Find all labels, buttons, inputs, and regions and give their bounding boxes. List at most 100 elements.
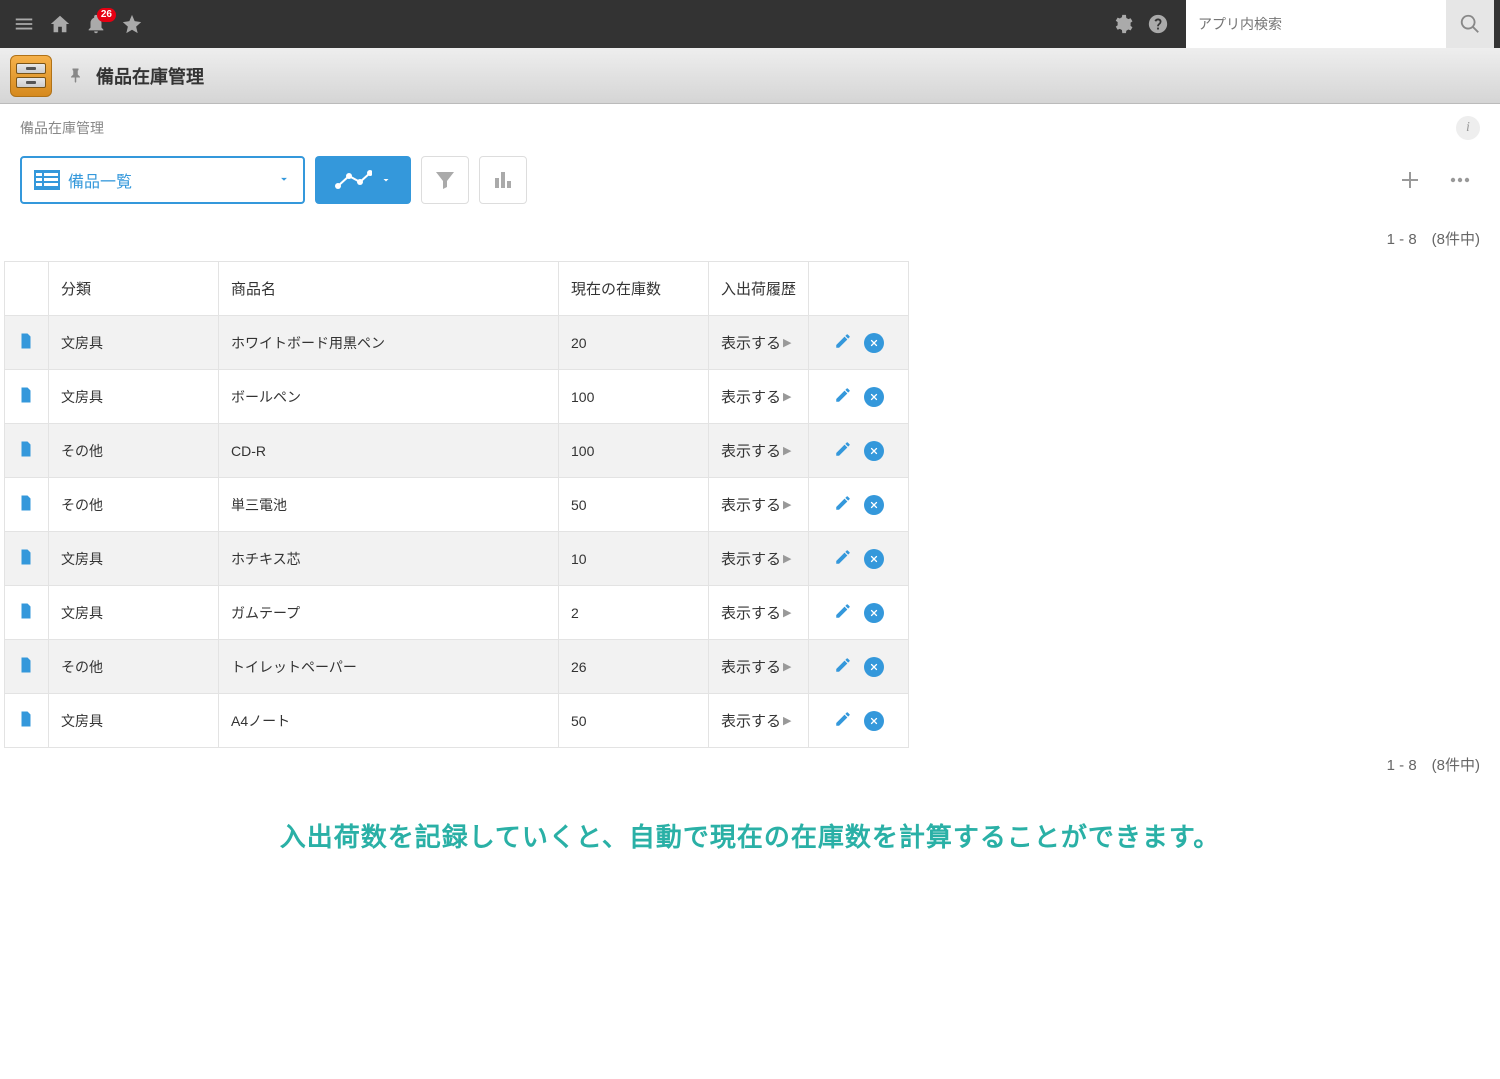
document-icon[interactable]	[17, 602, 35, 620]
edit-icon[interactable]	[834, 440, 852, 461]
cell-name: ガムテープ	[219, 586, 559, 640]
cell-stock: 100	[559, 370, 709, 424]
header-name[interactable]: 商品名	[219, 262, 559, 316]
view-selector[interactable]: 備品一覧	[20, 156, 305, 204]
table-row: 文房具A4ノート50 表示する▶	[5, 694, 909, 748]
history-link[interactable]: 表示する▶	[721, 548, 791, 569]
chart-button[interactable]	[479, 156, 527, 204]
delete-icon[interactable]	[864, 711, 884, 731]
document-icon[interactable]	[17, 332, 35, 350]
gear-icon[interactable]	[1104, 6, 1140, 42]
cell-stock: 50	[559, 694, 709, 748]
grid-icon	[34, 170, 60, 190]
table-row: 文房具ホワイトボード用黒ペン20 表示する▶	[5, 316, 909, 370]
history-link[interactable]: 表示する▶	[721, 710, 791, 731]
cell-stock: 20	[559, 316, 709, 370]
table-header-row: 分類 商品名 現在の在庫数 入出荷履歴	[5, 262, 909, 316]
document-icon[interactable]	[17, 440, 35, 458]
table-row: その他CD-R100 表示する▶	[5, 424, 909, 478]
edit-icon[interactable]	[834, 548, 852, 569]
document-icon[interactable]	[17, 386, 35, 404]
add-button[interactable]	[1390, 160, 1430, 200]
cell-name: CD-R	[219, 424, 559, 478]
cell-category: その他	[49, 640, 219, 694]
cell-category: その他	[49, 478, 219, 532]
cell-category: 文房具	[49, 532, 219, 586]
cell-stock: 2	[559, 586, 709, 640]
pagination-bottom: 1 - 8 (8件中)	[0, 748, 1500, 787]
cell-category: 文房具	[49, 586, 219, 640]
toolbar: 備品一覧	[0, 148, 1500, 222]
view-selector-label: 備品一覧	[68, 168, 277, 192]
history-link[interactable]: 表示する▶	[721, 494, 791, 515]
history-link[interactable]: 表示する▶	[721, 602, 791, 623]
history-link[interactable]: 表示する▶	[721, 656, 791, 677]
edit-icon[interactable]	[834, 602, 852, 623]
delete-icon[interactable]	[864, 603, 884, 623]
cell-stock: 100	[559, 424, 709, 478]
header-history[interactable]: 入出荷履歴	[709, 262, 809, 316]
help-icon[interactable]	[1140, 6, 1176, 42]
breadcrumb: 備品在庫管理	[20, 118, 104, 138]
app-header: 備品在庫管理	[0, 48, 1500, 104]
cell-name: トイレットペーパー	[219, 640, 559, 694]
graph-button[interactable]	[315, 156, 411, 204]
cell-name: 単三電池	[219, 478, 559, 532]
home-icon[interactable]	[42, 6, 78, 42]
delete-icon[interactable]	[864, 387, 884, 407]
filter-button[interactable]	[421, 156, 469, 204]
global-header: 26	[0, 0, 1500, 48]
table-row: 文房具ボールペン100 表示する▶	[5, 370, 909, 424]
history-link[interactable]: 表示する▶	[721, 332, 791, 353]
chevron-down-icon	[277, 172, 291, 189]
app-icon	[10, 55, 52, 97]
delete-icon[interactable]	[864, 441, 884, 461]
menu-icon[interactable]	[6, 6, 42, 42]
document-icon[interactable]	[17, 494, 35, 512]
document-icon[interactable]	[17, 548, 35, 566]
header-stock[interactable]: 現在の在庫数	[559, 262, 709, 316]
footer-message: 入出荷数を記録していくと、自動で現在の在庫数を計算することができます。	[0, 787, 1500, 884]
edit-icon[interactable]	[834, 656, 852, 677]
cell-name: A4ノート	[219, 694, 559, 748]
delete-icon[interactable]	[864, 657, 884, 677]
table-row: 文房具ホチキス芯10 表示する▶	[5, 532, 909, 586]
cell-category: 文房具	[49, 316, 219, 370]
delete-icon[interactable]	[864, 333, 884, 353]
document-icon[interactable]	[17, 710, 35, 728]
search-button[interactable]	[1446, 0, 1494, 48]
edit-icon[interactable]	[834, 710, 852, 731]
data-table: 分類 商品名 現在の在庫数 入出荷履歴 文房具ホワイトボード用黒ペン20表示する…	[4, 261, 909, 748]
cell-name: ホチキス芯	[219, 532, 559, 586]
search-input[interactable]	[1186, 0, 1446, 48]
delete-icon[interactable]	[864, 549, 884, 569]
pagination-top: 1 - 8 (8件中)	[0, 222, 1500, 261]
cell-stock: 10	[559, 532, 709, 586]
edit-icon[interactable]	[834, 494, 852, 515]
more-icon[interactable]	[1440, 160, 1480, 200]
cell-category: 文房具	[49, 694, 219, 748]
edit-icon[interactable]	[834, 332, 852, 353]
pin-icon[interactable]	[68, 67, 86, 85]
cell-stock: 26	[559, 640, 709, 694]
history-link[interactable]: 表示する▶	[721, 440, 791, 461]
cell-stock: 50	[559, 478, 709, 532]
table-row: その他単三電池50 表示する▶	[5, 478, 909, 532]
edit-icon[interactable]	[834, 386, 852, 407]
bell-icon[interactable]: 26	[78, 6, 114, 42]
info-icon[interactable]: i	[1456, 116, 1480, 140]
delete-icon[interactable]	[864, 495, 884, 515]
cell-category: その他	[49, 424, 219, 478]
document-icon[interactable]	[17, 656, 35, 674]
table-row: その他トイレットペーパー26 表示する▶	[5, 640, 909, 694]
header-category[interactable]: 分類	[49, 262, 219, 316]
table-row: 文房具ガムテープ2 表示する▶	[5, 586, 909, 640]
history-link[interactable]: 表示する▶	[721, 386, 791, 407]
cell-name: ボールペン	[219, 370, 559, 424]
search-box	[1186, 0, 1494, 48]
cell-name: ホワイトボード用黒ペン	[219, 316, 559, 370]
breadcrumb-bar: 備品在庫管理 i	[0, 104, 1500, 148]
app-title: 備品在庫管理	[96, 63, 204, 89]
star-icon[interactable]	[114, 6, 150, 42]
cell-category: 文房具	[49, 370, 219, 424]
